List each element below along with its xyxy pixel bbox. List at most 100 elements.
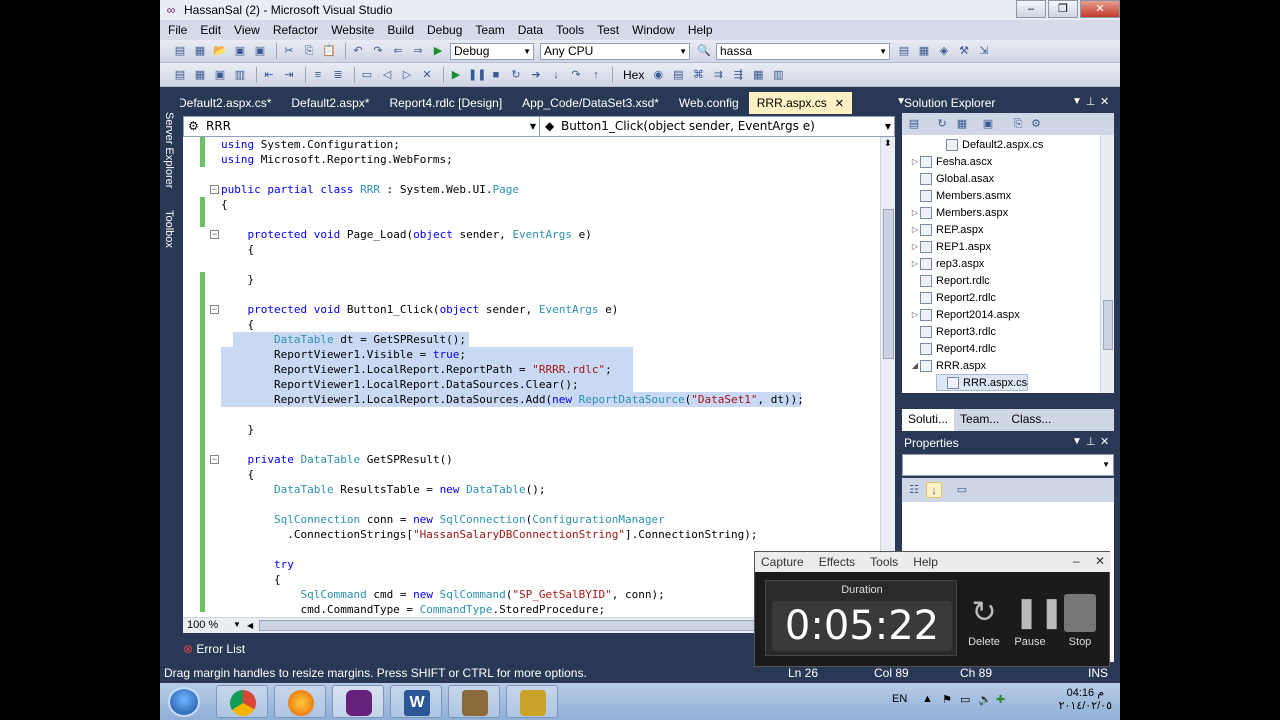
tab-report4-rdlc-design[interactable]: Report4.rdlc [Design] bbox=[379, 96, 512, 114]
tree-item[interactable]: Members.asmx bbox=[910, 187, 1011, 204]
layout-icon[interactable]: ▦ bbox=[750, 67, 766, 83]
clear-bookmarks-icon[interactable]: ✕ bbox=[419, 67, 435, 83]
redo-icon[interactable]: ↷ bbox=[370, 43, 386, 59]
menu-website[interactable]: Website bbox=[331, 23, 374, 37]
tab-dataset3-xsd[interactable]: App_Code/DataSet3.xsd* bbox=[512, 96, 669, 114]
recorder-menu-effects[interactable]: Effects bbox=[819, 555, 855, 569]
restart-icon[interactable]: ↻ bbox=[508, 67, 524, 83]
close-pane-icon[interactable]: ✕ bbox=[1100, 95, 1109, 108]
solution-configuration-select[interactable]: Debug ▼ bbox=[450, 42, 534, 60]
scrollbar-thumb[interactable] bbox=[883, 209, 894, 359]
pause-recording-button[interactable]: ❚❚ Pause bbox=[1007, 594, 1064, 648]
expand-arrow-icon[interactable]: ◢ bbox=[910, 361, 920, 370]
increase-indent-icon[interactable]: ⇥ bbox=[281, 67, 297, 83]
navigate-back-icon[interactable]: ⇐ bbox=[390, 43, 406, 59]
recorder-menu-capture[interactable]: Capture bbox=[761, 555, 804, 569]
tab-solution-explorer[interactable]: Soluti... bbox=[902, 409, 955, 431]
extension-manager-icon[interactable]: ⇲ bbox=[976, 43, 992, 59]
collapse-outline-icon[interactable]: − bbox=[210, 455, 219, 464]
toolbox-icon[interactable]: ⚒ bbox=[956, 43, 972, 59]
taskbar-clock[interactable]: 04:16 م ٢٠١٤/٠٢/٠٥ bbox=[1059, 686, 1112, 712]
menu-debug[interactable]: Debug bbox=[427, 23, 462, 37]
solution-platform-select[interactable]: Any CPU ▼ bbox=[540, 42, 690, 60]
uncomment-icon[interactable]: ≣ bbox=[330, 67, 346, 83]
categorized-icon[interactable]: ☷ bbox=[906, 482, 922, 498]
aspnet-configuration-icon[interactable]: ⚙ bbox=[1028, 116, 1044, 132]
comment-out-icon[interactable]: ≡ bbox=[310, 67, 326, 83]
tree-item[interactable]: Report3.rdlc bbox=[910, 323, 996, 340]
breakpoints-icon[interactable]: ◉ bbox=[650, 67, 666, 83]
show-next-statement-icon[interactable]: ➔ bbox=[528, 67, 544, 83]
properties-icon[interactable]: ▤ bbox=[906, 116, 922, 132]
paste-icon[interactable]: 📋 bbox=[321, 43, 337, 59]
action-center-icon[interactable]: ⚑ bbox=[942, 693, 952, 706]
tree-item[interactable]: RRR.aspx.cs bbox=[936, 374, 1029, 391]
tab-rrr-aspx-cs[interactable]: RRR.aspx.cs ✕ bbox=[748, 92, 852, 114]
parameter-info-icon[interactable]: ▦ bbox=[192, 67, 208, 83]
tree-item[interactable]: ◢ RRR.aspx bbox=[910, 357, 986, 374]
auto-hide-pin-icon[interactable]: ⊥ bbox=[1086, 95, 1096, 108]
recorder-minimize-button[interactable]: – bbox=[1073, 554, 1080, 568]
save-all-icon[interactable]: ▣ bbox=[252, 43, 268, 59]
security-icon[interactable]: ✚ bbox=[996, 693, 1005, 706]
nest-related-files-icon[interactable]: ▦ bbox=[954, 116, 970, 132]
class-dropdown[interactable]: ⚙ RRR ▼ bbox=[184, 117, 540, 136]
open-file-icon[interactable]: 📂 bbox=[212, 43, 228, 59]
member-dropdown[interactable]: ◆ Button1_Click(object sender, EventArgs… bbox=[541, 117, 894, 136]
tree-item[interactable]: Global.asax bbox=[910, 170, 994, 187]
expand-arrow-icon[interactable]: ▷ bbox=[910, 242, 920, 251]
chevron-down-icon[interactable]: ▼ bbox=[233, 620, 241, 629]
menu-data[interactable]: Data bbox=[518, 23, 543, 37]
window-position-icon[interactable]: ▼ bbox=[1072, 436, 1082, 447]
expand-arrow-icon[interactable]: ▷ bbox=[910, 310, 920, 319]
tree-scrollbar-thumb[interactable] bbox=[1103, 300, 1113, 350]
alphabetical-icon[interactable]: ↓ bbox=[926, 482, 942, 498]
tree-scrollbar[interactable] bbox=[1100, 135, 1114, 393]
taskbar-sql-server[interactable] bbox=[448, 685, 500, 718]
tree-item[interactable]: ▷ Report2014.aspx bbox=[910, 306, 1020, 323]
stop-recording-button[interactable]: Stop bbox=[1057, 594, 1103, 648]
object-browser-icon[interactable]: ◈ bbox=[936, 43, 952, 59]
start-button[interactable] bbox=[168, 687, 200, 717]
delete-recording-button[interactable]: ↻ Delete bbox=[961, 594, 1007, 648]
close-button[interactable]: ✕ bbox=[1080, 0, 1120, 18]
cut-icon[interactable]: ✂ bbox=[281, 43, 297, 59]
tree-item[interactable]: Report.rdlc bbox=[910, 272, 990, 289]
recorder-close-button[interactable]: ✕ bbox=[1095, 554, 1105, 568]
tree-item[interactable]: ▷ Members.aspx bbox=[910, 204, 1008, 221]
break-all-icon[interactable]: ❚❚ bbox=[468, 67, 486, 83]
taskbar-firefox[interactable] bbox=[274, 685, 326, 718]
volume-icon[interactable]: 🔊 bbox=[978, 693, 992, 706]
network-icon[interactable]: ▭ bbox=[960, 693, 970, 706]
tab-default2-aspx[interactable]: Default2.aspx* bbox=[281, 96, 379, 114]
expand-arrow-icon[interactable]: ▷ bbox=[910, 208, 920, 217]
word-completion-icon[interactable]: ▥ bbox=[232, 67, 248, 83]
scroll-left-icon[interactable]: ◀ bbox=[247, 621, 253, 630]
input-language[interactable]: EN bbox=[892, 693, 907, 705]
copy-website-icon[interactable]: ⎘ bbox=[1010, 116, 1026, 132]
debug-continue-icon[interactable]: ▶ bbox=[448, 67, 464, 83]
menu-refactor[interactable]: Refactor bbox=[273, 23, 318, 37]
taskbar-visual-studio[interactable] bbox=[332, 685, 384, 718]
previous-bookmark-icon[interactable]: ◁ bbox=[379, 67, 395, 83]
close-pane-icon[interactable]: ✕ bbox=[1100, 435, 1109, 448]
collapse-outline-icon[interactable]: − bbox=[210, 230, 219, 239]
menu-file[interactable]: File bbox=[168, 23, 187, 37]
menu-help[interactable]: Help bbox=[688, 23, 713, 37]
expand-arrow-icon[interactable]: ▷ bbox=[910, 259, 920, 268]
tree-item[interactable]: Report2.rdlc bbox=[910, 289, 996, 306]
auto-hide-pin-icon[interactable]: ⊥ bbox=[1086, 435, 1096, 448]
find-combo[interactable]: hassa ▼ bbox=[716, 42, 890, 60]
start-debugging-icon[interactable]: ▶ bbox=[430, 43, 446, 59]
new-project-icon[interactable]: ▤ bbox=[172, 43, 188, 59]
menu-edit[interactable]: Edit bbox=[200, 23, 221, 37]
refresh-icon[interactable]: ↻ bbox=[934, 116, 950, 132]
step-over-icon[interactable]: ↷ bbox=[568, 67, 584, 83]
expand-arrow-icon[interactable]: ▷ bbox=[910, 225, 920, 234]
zoom-level[interactable]: 100 % bbox=[187, 619, 218, 631]
stop-debugging-icon[interactable]: ■ bbox=[488, 67, 504, 83]
menu-window[interactable]: Window bbox=[632, 23, 675, 37]
output-window-icon[interactable]: ▤ bbox=[670, 67, 686, 83]
toggle-bookmark-icon[interactable]: ▭ bbox=[359, 67, 375, 83]
taskbar-app[interactable] bbox=[506, 685, 558, 718]
